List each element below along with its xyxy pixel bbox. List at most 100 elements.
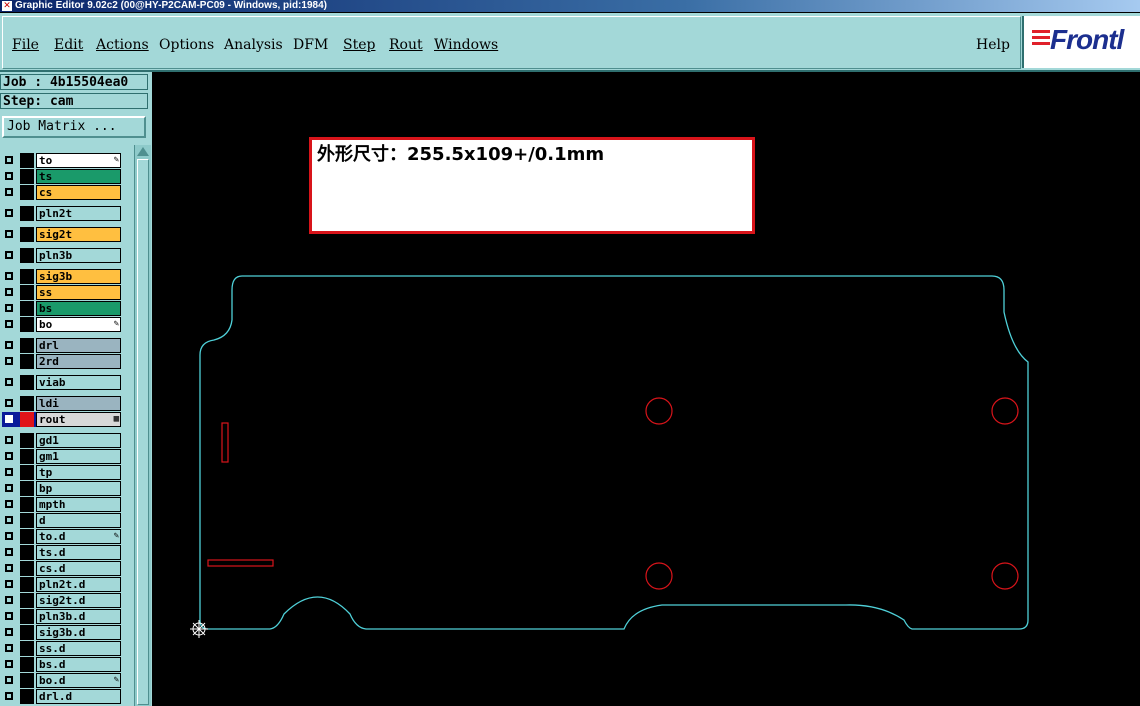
layer-row[interactable]: ts	[2, 169, 121, 184]
layer-checkbox[interactable]	[5, 272, 13, 280]
layer-row[interactable]: ldi	[2, 396, 121, 411]
layer-name[interactable]: pln2t	[36, 206, 121, 221]
layer-row[interactable]: drl	[2, 338, 121, 353]
menu-edit[interactable]: Edit	[54, 37, 83, 53]
layer-name[interactable]: rout	[36, 412, 121, 427]
layer-color-swatch[interactable]	[20, 269, 34, 284]
layer-checkbox[interactable]	[5, 628, 13, 636]
menu-rout[interactable]: Rout	[389, 37, 423, 53]
layer-color-swatch[interactable]	[20, 185, 34, 200]
layer-name[interactable]: ldi	[36, 396, 121, 411]
layer-name[interactable]: to.d	[36, 529, 121, 544]
layer-name[interactable]: bs.d	[36, 657, 121, 672]
layer-row[interactable]: cs	[2, 185, 121, 200]
layer-name[interactable]: 2rd	[36, 354, 121, 369]
layer-name[interactable]: sig2t.d	[36, 593, 121, 608]
layer-color-swatch[interactable]	[20, 513, 34, 528]
layer-row[interactable]: pln3b	[2, 248, 121, 263]
layer-color-swatch[interactable]	[20, 206, 34, 221]
layer-row[interactable]: ss.d	[2, 641, 121, 656]
layer-checkbox[interactable]	[5, 516, 13, 524]
layer-row[interactable]: ts.d	[2, 545, 121, 560]
layer-color-swatch[interactable]	[20, 396, 34, 411]
layer-checkbox[interactable]	[5, 596, 13, 604]
layer-name[interactable]: bo	[36, 317, 121, 332]
layer-name[interactable]: tp	[36, 465, 121, 480]
layer-row[interactable]: tp	[2, 465, 121, 480]
layer-row[interactable]: pln2t.d	[2, 577, 121, 592]
layer-name[interactable]: sig3b	[36, 269, 121, 284]
layer-color-swatch[interactable]	[20, 338, 34, 353]
layer-row[interactable]: sig3b.d	[2, 625, 121, 640]
layer-checkbox[interactable]	[5, 660, 13, 668]
menu-options[interactable]: Options	[159, 37, 214, 53]
layer-row[interactable]: gm1	[2, 449, 121, 464]
layer-name[interactable]: gd1	[36, 433, 121, 448]
layer-name[interactable]: ss.d	[36, 641, 121, 656]
layer-checkbox[interactable]	[5, 500, 13, 508]
layer-row[interactable]: bs	[2, 301, 121, 316]
layer-row[interactable]: cs.d	[2, 561, 121, 576]
layer-row[interactable]: mpth	[2, 497, 121, 512]
layer-row[interactable]: ss	[2, 285, 121, 300]
menu-actions[interactable]: Actions	[96, 37, 149, 53]
layer-name[interactable]: to	[36, 153, 121, 168]
layer-checkbox[interactable]	[5, 288, 13, 296]
layer-color-swatch[interactable]	[20, 625, 34, 640]
app-icon[interactable]: ✕	[2, 1, 12, 11]
layer-checkbox[interactable]	[5, 436, 13, 444]
layer-color-swatch[interactable]	[20, 689, 34, 704]
layer-row[interactable]: bo ✎	[2, 317, 121, 332]
layer-checkbox[interactable]	[5, 251, 13, 259]
job-matrix-button[interactable]: Job Matrix ...	[2, 116, 146, 138]
layer-row[interactable]: rout ▦	[2, 412, 121, 427]
layer-checkbox[interactable]	[5, 378, 13, 386]
layer-color-swatch[interactable]	[20, 354, 34, 369]
layer-row[interactable]: sig3b	[2, 269, 121, 284]
menu-help[interactable]: Help	[976, 37, 1010, 53]
layer-checkbox[interactable]	[5, 484, 13, 492]
layer-color-swatch[interactable]	[20, 248, 34, 263]
layer-color-swatch[interactable]	[20, 227, 34, 242]
layer-name[interactable]: bp	[36, 481, 121, 496]
layer-checkbox[interactable]	[5, 548, 13, 556]
layer-color-swatch[interactable]	[20, 153, 34, 168]
menu-dfm[interactable]: DFM	[293, 37, 328, 53]
layer-checkbox[interactable]	[5, 172, 13, 180]
layer-checkbox[interactable]	[5, 209, 13, 217]
scroll-up-arrow-icon[interactable]	[137, 147, 149, 156]
layer-row[interactable]: bo.d ✎	[2, 673, 121, 688]
layer-checkbox[interactable]	[5, 612, 13, 620]
layer-name[interactable]: ss	[36, 285, 121, 300]
layer-checkbox[interactable]	[5, 692, 13, 700]
layer-color-swatch[interactable]	[20, 561, 34, 576]
layer-color-swatch[interactable]	[20, 412, 34, 427]
layer-checkbox[interactable]	[5, 564, 13, 572]
layer-name[interactable]: gm1	[36, 449, 121, 464]
layer-row[interactable]: bp	[2, 481, 121, 496]
layer-color-swatch[interactable]	[20, 529, 34, 544]
layer-name[interactable]: drl.d	[36, 689, 121, 704]
menu-windows[interactable]: Windows	[434, 37, 498, 53]
layer-checkbox[interactable]	[5, 580, 13, 588]
layer-color-swatch[interactable]	[20, 433, 34, 448]
layer-row[interactable]: sig2t	[2, 227, 121, 242]
layer-row[interactable]: 2rd	[2, 354, 121, 369]
layer-name[interactable]: ts.d	[36, 545, 121, 560]
menu-step[interactable]: Step	[343, 37, 375, 53]
layer-name[interactable]: ts	[36, 169, 121, 184]
layer-name[interactable]: sig3b.d	[36, 625, 121, 640]
layer-name[interactable]: pln3b.d	[36, 609, 121, 624]
layer-row[interactable]: gd1	[2, 433, 121, 448]
layer-checkbox[interactable]	[5, 415, 13, 423]
layer-checkbox[interactable]	[5, 532, 13, 540]
layer-color-swatch[interactable]	[20, 657, 34, 672]
layer-name[interactable]: cs.d	[36, 561, 121, 576]
layer-color-swatch[interactable]	[20, 285, 34, 300]
layer-color-swatch[interactable]	[20, 593, 34, 608]
layer-color-swatch[interactable]	[20, 301, 34, 316]
layer-name[interactable]: pln2t.d	[36, 577, 121, 592]
layer-row[interactable]: to ✎	[2, 153, 121, 168]
layer-checkbox[interactable]	[5, 644, 13, 652]
layer-row[interactable]: pln2t	[2, 206, 121, 221]
